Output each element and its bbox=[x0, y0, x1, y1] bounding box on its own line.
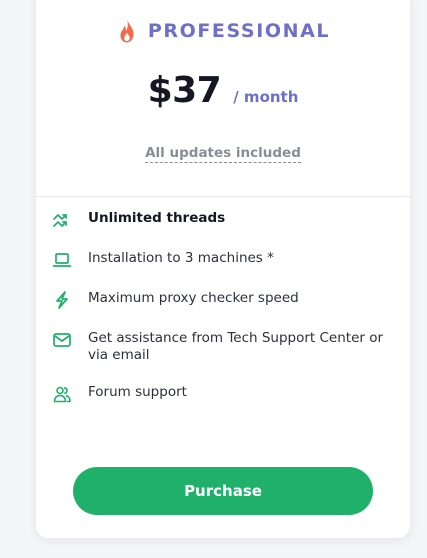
feature-item-tech-support: Get assistance from Tech Support Center … bbox=[52, 330, 392, 364]
pricing-card: PROFESSIONAL $37 / month All updates inc… bbox=[36, 0, 410, 538]
laptop-icon bbox=[52, 250, 72, 270]
updates-note: All updates included bbox=[36, 144, 410, 163]
feature-text: Unlimited threads bbox=[88, 210, 226, 226]
feature-list: Unlimited threads Installation to 3 mach… bbox=[52, 210, 392, 424]
feature-text: Get assistance from Tech Support Center … bbox=[88, 330, 384, 363]
envelope-icon bbox=[52, 330, 72, 350]
lightning-icon bbox=[52, 290, 72, 310]
feature-item-unlimited-threads: Unlimited threads bbox=[52, 210, 392, 230]
users-icon bbox=[52, 384, 72, 404]
divider bbox=[36, 196, 410, 197]
price-row: $37 / month bbox=[36, 70, 410, 111]
updates-note-text[interactable]: All updates included bbox=[145, 145, 301, 163]
price-period: / month bbox=[233, 88, 299, 106]
feature-text: Installation to 3 machines * bbox=[88, 250, 274, 266]
plan-header: PROFESSIONAL bbox=[36, 18, 410, 44]
plan-name: PROFESSIONAL bbox=[147, 20, 331, 42]
feature-text: Maximum proxy checker speed bbox=[88, 290, 299, 306]
feature-item-installation: Installation to 3 machines * bbox=[52, 250, 392, 270]
feature-text: Forum support bbox=[88, 384, 187, 400]
feature-item-proxy-speed: Maximum proxy checker speed bbox=[52, 290, 392, 310]
double-trend-icon bbox=[52, 210, 72, 230]
feature-item-forum-support: Forum support bbox=[52, 384, 392, 404]
flame-icon bbox=[116, 18, 138, 44]
purchase-button[interactable]: Purchase bbox=[73, 467, 373, 515]
price-amount: $37 bbox=[147, 70, 222, 111]
